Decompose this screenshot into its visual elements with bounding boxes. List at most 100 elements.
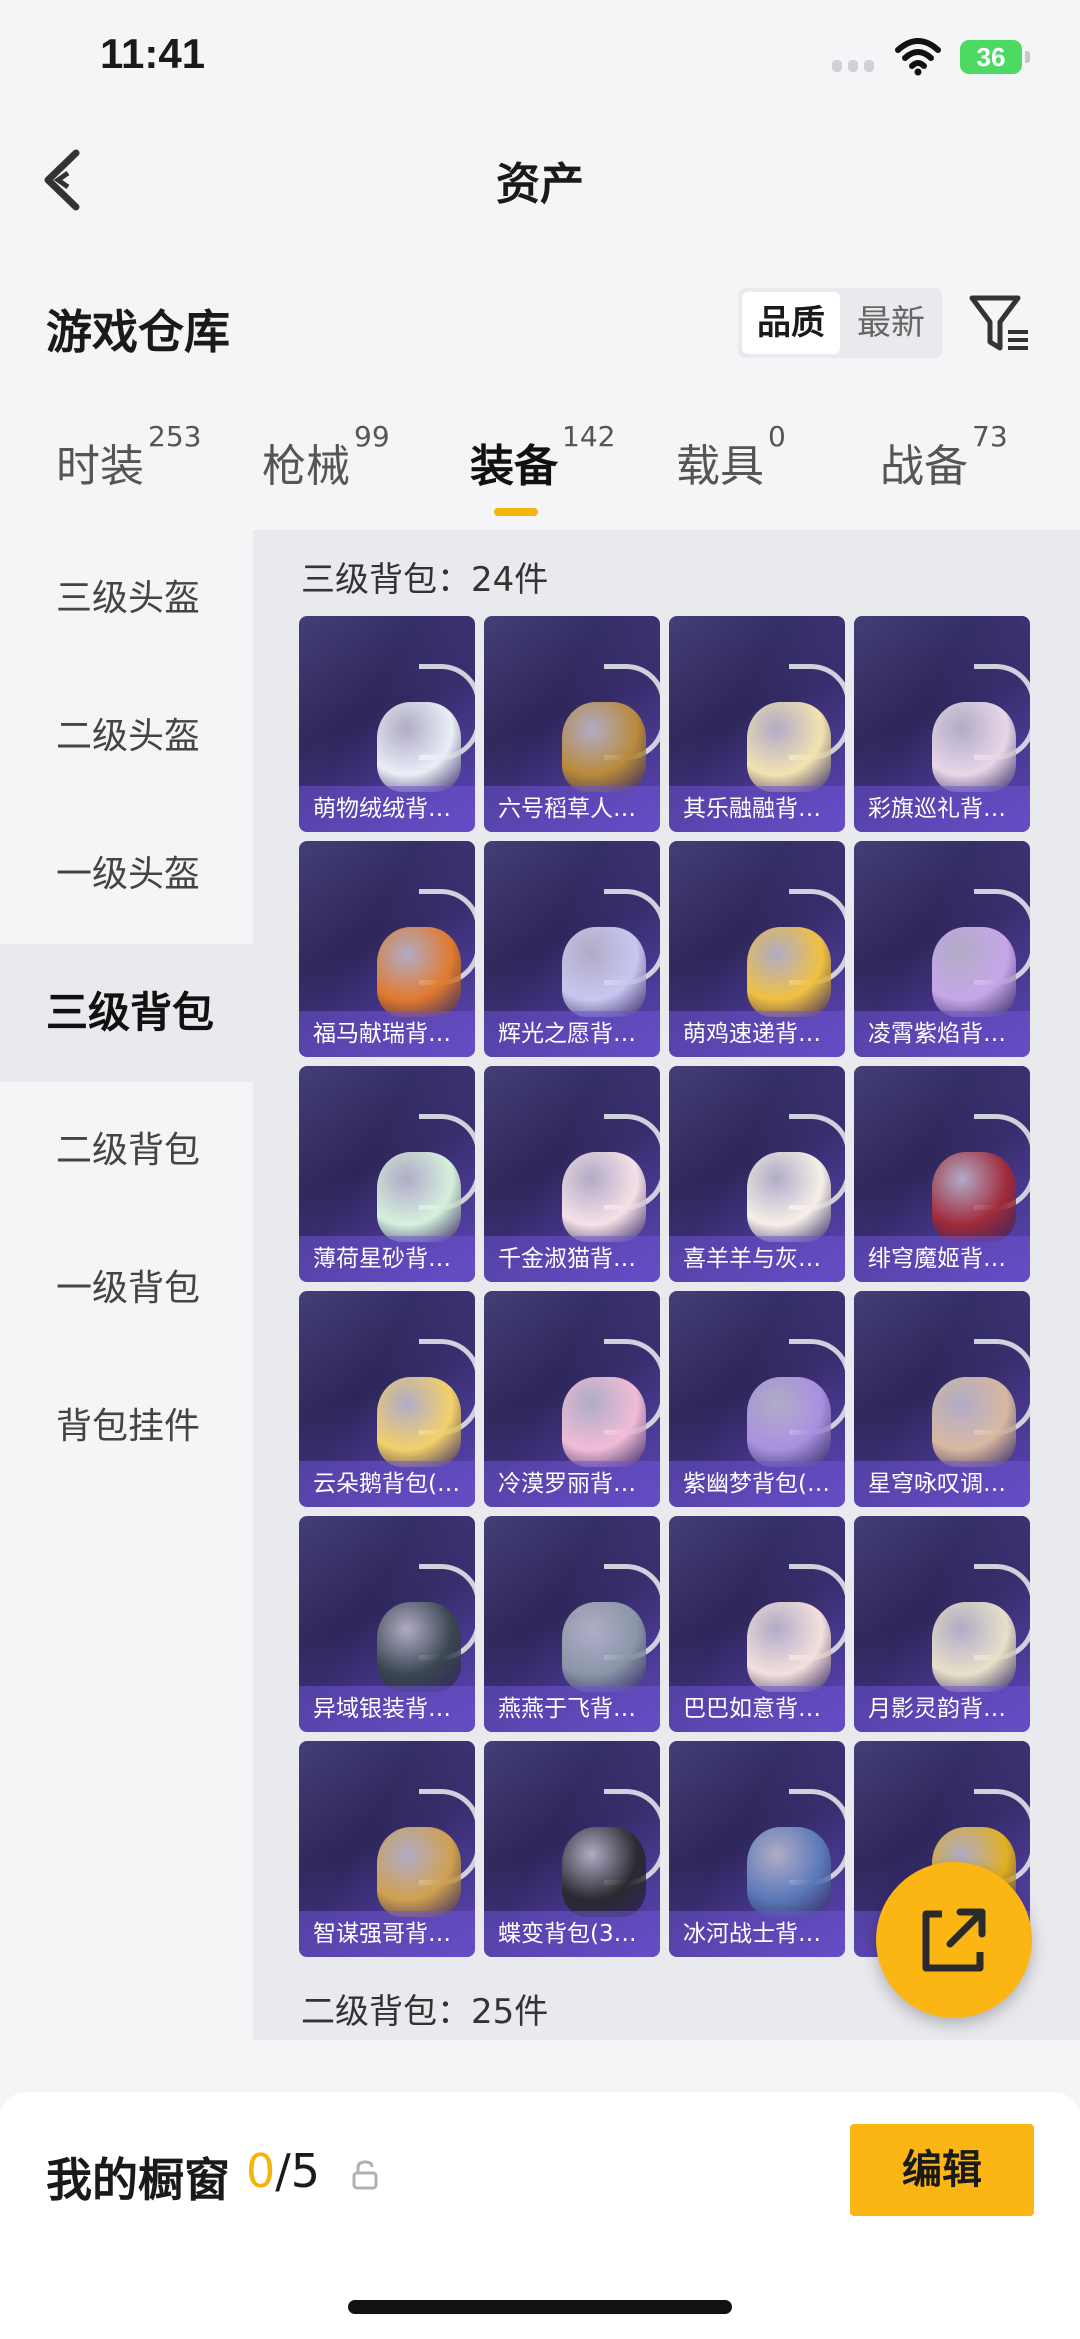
- backpack-item-card[interactable]: 其乐融融背…: [669, 616, 845, 832]
- backpack-item-label: 千金淑猫背…: [484, 1236, 660, 1282]
- share-button[interactable]: [876, 1862, 1032, 2018]
- lock-icon: [352, 2160, 378, 2190]
- category-item-level2-helmet[interactable]: 二级头盔: [0, 668, 253, 806]
- backpack-item-label: 月影灵韵背…: [854, 1686, 1030, 1732]
- status-time: 11:41: [100, 30, 206, 77]
- backpack-item-card[interactable]: 六号稻草人…: [484, 616, 660, 832]
- backpack-image: [522, 642, 660, 792]
- backpack-item-label: 智谋强哥背…: [299, 1911, 475, 1957]
- backpack-image: [707, 1542, 845, 1692]
- category-item-backpack-charm[interactable]: 背包挂件: [0, 1358, 253, 1496]
- backpack-image: [892, 1542, 1030, 1692]
- edit-button[interactable]: 编辑: [850, 2124, 1034, 2216]
- backpack-item-card[interactable]: 萌物绒绒背…: [299, 616, 475, 832]
- category-item-level1-helmet[interactable]: 一级头盔: [0, 806, 253, 944]
- backpack-item-label: 燕燕于飞背…: [484, 1686, 660, 1732]
- backpack-item-label: 福马献瑞背…: [299, 1011, 475, 1057]
- backpack-item-card[interactable]: 千金淑猫背…: [484, 1066, 660, 1282]
- backpack-item-label: 绯穹魔姬背…: [854, 1236, 1030, 1282]
- backpack-item-card[interactable]: 绯穹魔姬背…: [854, 1066, 1030, 1282]
- backpack-item-label: 蝶变背包(3…: [484, 1911, 660, 1957]
- tab-fashion[interactable]: 时装253: [56, 420, 201, 494]
- backpack-image: [707, 642, 845, 792]
- category-item-level1-backpack[interactable]: 一级背包: [0, 1220, 253, 1358]
- backpack-item-label: 萌物绒绒背…: [299, 786, 475, 832]
- backpack-item-card[interactable]: 冰河战士背…: [669, 1741, 845, 1957]
- backpack-image: [892, 867, 1030, 1017]
- backpack-item-label: 云朵鹅背包(…: [299, 1461, 475, 1507]
- backpack-item-label: 凌霄紫焰背…: [854, 1011, 1030, 1057]
- backpack-item-label: 六号稻草人…: [484, 786, 660, 832]
- tab-firearms[interactable]: 枪械99: [262, 420, 390, 494]
- backpack-item-card[interactable]: 辉光之愿背…: [484, 841, 660, 1057]
- backpack-item-card[interactable]: 蝶变背包(3…: [484, 1741, 660, 1957]
- tab-vehicles[interactable]: 载具0: [676, 420, 786, 494]
- sort-newest-button[interactable]: 最新: [840, 288, 942, 358]
- backpack-image: [337, 1767, 475, 1917]
- backpack-item-label: 辉光之愿背…: [484, 1011, 660, 1057]
- backpack-image: [892, 1317, 1030, 1467]
- backpack-image: [337, 642, 475, 792]
- backpack-item-card[interactable]: 云朵鹅背包(…: [299, 1291, 475, 1507]
- backpack-item-label: 异域银装背…: [299, 1686, 475, 1732]
- category-sidebar: 三级头盔 二级头盔 一级头盔 三级背包 二级背包 一级背包 背包挂件: [0, 530, 253, 2060]
- warehouse-title: 游戏仓库: [46, 305, 230, 359]
- backpack-item-label: 巴巴如意背…: [669, 1686, 845, 1732]
- backpack-image: [707, 867, 845, 1017]
- category-item-level2-backpack[interactable]: 二级背包: [0, 1082, 253, 1220]
- backpack-item-card[interactable]: 薄荷星砂背…: [299, 1066, 475, 1282]
- backpack-image: [522, 1542, 660, 1692]
- share-icon: [922, 1908, 986, 1972]
- backpack-image: [522, 867, 660, 1017]
- backpack-item-card[interactable]: 星穹咏叹调…: [854, 1291, 1030, 1507]
- backpack-item-card[interactable]: 冷漠罗丽背…: [484, 1291, 660, 1507]
- sort-quality-button[interactable]: 品质: [742, 292, 840, 354]
- backpack-image: [522, 1092, 660, 1242]
- backpack-image: [522, 1317, 660, 1467]
- backpack-item-label: 萌鸡速递背…: [669, 1011, 845, 1057]
- status-bar: 11:41 36: [0, 0, 1080, 120]
- group-title-level3: 三级背包：24件: [301, 560, 549, 600]
- backpack-item-label: 星穹咏叹调…: [854, 1461, 1030, 1507]
- backpack-image: [337, 1317, 475, 1467]
- showcase-title: 我的橱窗: [46, 2153, 230, 2207]
- backpack-item-card[interactable]: 异域银装背…: [299, 1516, 475, 1732]
- backpack-item-card[interactable]: 福马献瑞背…: [299, 841, 475, 1057]
- backpack-item-label: 冷漠罗丽背…: [484, 1461, 660, 1507]
- backpack-item-card[interactable]: 萌鸡速递背…: [669, 841, 845, 1057]
- battery-icon: 36: [960, 40, 1030, 74]
- backpack-image: [707, 1092, 845, 1242]
- group-title-level2: 二级背包：25件: [301, 1992, 549, 2032]
- showcase-count: 0/5: [246, 2144, 321, 2198]
- backpack-item-label: 紫幽梦背包(…: [669, 1461, 845, 1507]
- backpack-item-label: 喜羊羊与灰…: [669, 1236, 845, 1282]
- backpack-item-label: 其乐融融背…: [669, 786, 845, 832]
- backpack-item-card[interactable]: 凌霄紫焰背…: [854, 841, 1030, 1057]
- backpack-item-label: 冰河战士背…: [669, 1911, 845, 1957]
- category-item-level3-helmet[interactable]: 三级头盔: [0, 530, 253, 668]
- wifi-icon: [895, 38, 941, 76]
- backpack-item-card[interactable]: 月影灵韵背…: [854, 1516, 1030, 1732]
- home-indicator: [348, 2300, 732, 2314]
- backpack-image: [337, 1092, 475, 1242]
- asset-tabs: 时装253 枪械99 装备142 载具0 战备73: [0, 420, 1080, 530]
- backpack-item-card[interactable]: 燕燕于飞背…: [484, 1516, 660, 1732]
- active-tab-indicator: [494, 508, 538, 516]
- backpack-item-card[interactable]: 智谋强哥背…: [299, 1741, 475, 1957]
- cellular-signal-icon: [832, 60, 876, 72]
- category-item-level3-backpack[interactable]: 三级背包: [0, 944, 253, 1082]
- sort-segmented-control: 品质 最新: [738, 288, 942, 358]
- backpack-image: [707, 1767, 845, 1917]
- backpack-item-card[interactable]: 彩旗巡礼背…: [854, 616, 1030, 832]
- item-panel: 三级背包：24件 萌物绒绒背… 六号稻草人… 其乐融融背… 彩旗巡礼背… 福马献瑞背… 辉…: [253, 530, 1080, 2040]
- page-title: 资产: [496, 159, 584, 210]
- tab-equipment[interactable]: 装备142: [470, 420, 615, 494]
- backpack-item-card[interactable]: 紫幽梦背包(…: [669, 1291, 845, 1507]
- backpack-item-card[interactable]: 喜羊羊与灰…: [669, 1066, 845, 1282]
- filter-icon[interactable]: [968, 290, 1032, 356]
- backpack-image: [707, 1317, 845, 1467]
- backpack-item-label: 薄荷星砂背…: [299, 1236, 475, 1282]
- tab-supplies[interactable]: 战备73: [880, 420, 1008, 494]
- backpack-image: [892, 642, 1030, 792]
- backpack-item-card[interactable]: 巴巴如意背…: [669, 1516, 845, 1732]
